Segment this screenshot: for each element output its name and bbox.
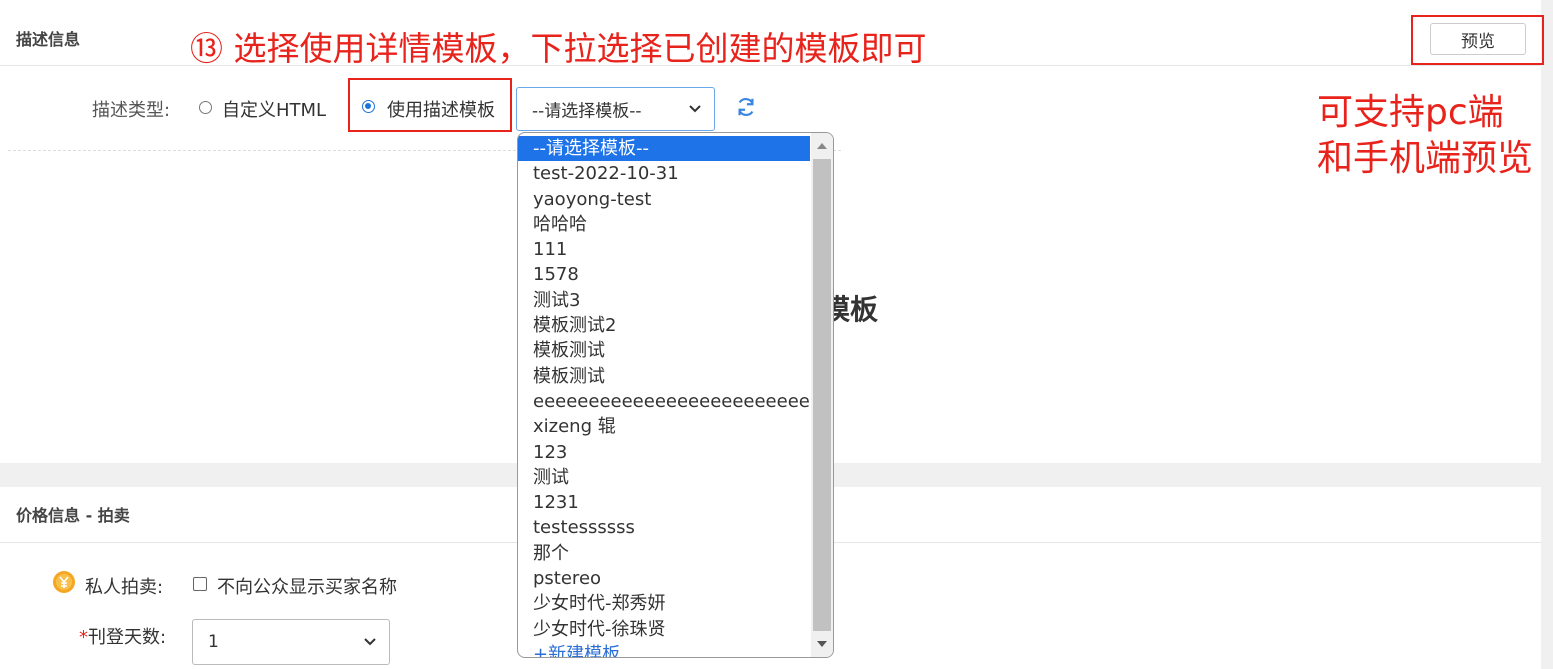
hide-buyer-label[interactable]: 不向公众显示买家名称 xyxy=(217,573,397,599)
dropdown-options: --请选择模板-- test-2022-10-31 yaoyong-test 哈哈哈 1… xyxy=(518,136,810,657)
dropdown-option[interactable]: 模板测试2 xyxy=(518,313,810,338)
dropdown-option[interactable]: xizeng 辊 xyxy=(518,414,810,439)
template-dropdown-list[interactable]: --请选择模板-- test-2022-10-31 yaoyong-test 哈哈哈 1… xyxy=(517,132,834,658)
refresh-icon[interactable] xyxy=(735,96,757,118)
scrollbar-thumb[interactable] xyxy=(813,159,831,631)
preview-button[interactable]: 预览 xyxy=(1430,23,1526,55)
dropdown-option[interactable]: 哈哈哈 xyxy=(518,212,810,237)
chevron-down-icon xyxy=(364,638,376,646)
dropdown-option[interactable]: 那个 xyxy=(518,541,810,566)
dropdown-option[interactable]: pstereo xyxy=(518,566,810,591)
dropdown-option[interactable]: 1231 xyxy=(518,490,810,515)
step-annotation: ⑬ 选择使用详情模板，下拉选择已创建的模板即可 xyxy=(190,29,927,68)
dropdown-option[interactable]: 少女时代-徐珠贤 xyxy=(518,617,810,642)
preview-annotation-line2: 和手机端预览 xyxy=(1317,138,1534,179)
preview-annotation-line1: 可支持pc端 xyxy=(1317,92,1504,133)
dropdown-option[interactable]: 123 xyxy=(518,440,810,465)
scroll-down-arrow[interactable] xyxy=(811,631,833,657)
dropdown-option[interactable]: 模板测试 xyxy=(518,364,810,389)
custom-html-radio[interactable] xyxy=(199,101,212,114)
use-template-label[interactable]: 使用描述模板 xyxy=(387,96,495,122)
price-section-title: 价格信息 - 拍卖 xyxy=(16,506,130,525)
template-select[interactable]: --请选择模板-- xyxy=(516,87,715,131)
dropdown-option[interactable]: 测试 xyxy=(518,465,810,490)
dropdown-option[interactable]: 1578 xyxy=(518,262,810,287)
dropdown-option[interactable]: test-2022-10-31 xyxy=(518,161,810,186)
description-section-title: 描述信息 xyxy=(16,30,81,49)
dropdown-option[interactable]: 测试3 xyxy=(518,288,810,313)
dropdown-option[interactable]: 模板测试 xyxy=(518,338,810,363)
chevron-down-icon xyxy=(689,105,701,113)
hide-buyer-checkbox[interactable] xyxy=(193,577,207,591)
description-type-label: 描述类型: xyxy=(92,100,171,121)
dropdown-option[interactable]: testessssss xyxy=(518,515,810,540)
private-auction-label: 私人拍卖: xyxy=(85,577,164,598)
dropdown-option[interactable]: 111 xyxy=(518,237,810,262)
preview-annotation: 可支持pc端 和手机端预览 xyxy=(1317,90,1533,182)
use-template-radio[interactable] xyxy=(362,100,375,113)
custom-html-label[interactable]: 自定义HTML xyxy=(222,96,326,122)
new-template-option[interactable]: +新建模板 xyxy=(518,642,810,657)
dropdown-option[interactable]: yaoyong-test xyxy=(518,187,810,212)
scroll-up-arrow[interactable] xyxy=(811,133,833,159)
dropdown-scrollbar[interactable] xyxy=(811,133,833,657)
arrow-up-icon xyxy=(817,143,827,149)
required-mark: * xyxy=(79,627,88,648)
template-select-value: --请选择模板-- xyxy=(532,101,642,122)
arrow-down-icon xyxy=(817,641,827,647)
listing-days-select[interactable]: 1 xyxy=(192,619,390,665)
listing-days-value: 1 xyxy=(208,632,219,652)
dropdown-option[interactable]: eeeeeeeeeeeeeeeeeeeeeeeeeee xyxy=(518,389,810,414)
dropdown-option[interactable]: --请选择模板-- xyxy=(518,136,810,162)
listing-days-text: 刊登天数: xyxy=(88,627,167,648)
listing-days-label: *刊登天数: xyxy=(79,623,166,649)
coin-icon xyxy=(53,571,75,593)
dropdown-option[interactable]: 少女时代-郑秀妍 xyxy=(518,591,810,616)
